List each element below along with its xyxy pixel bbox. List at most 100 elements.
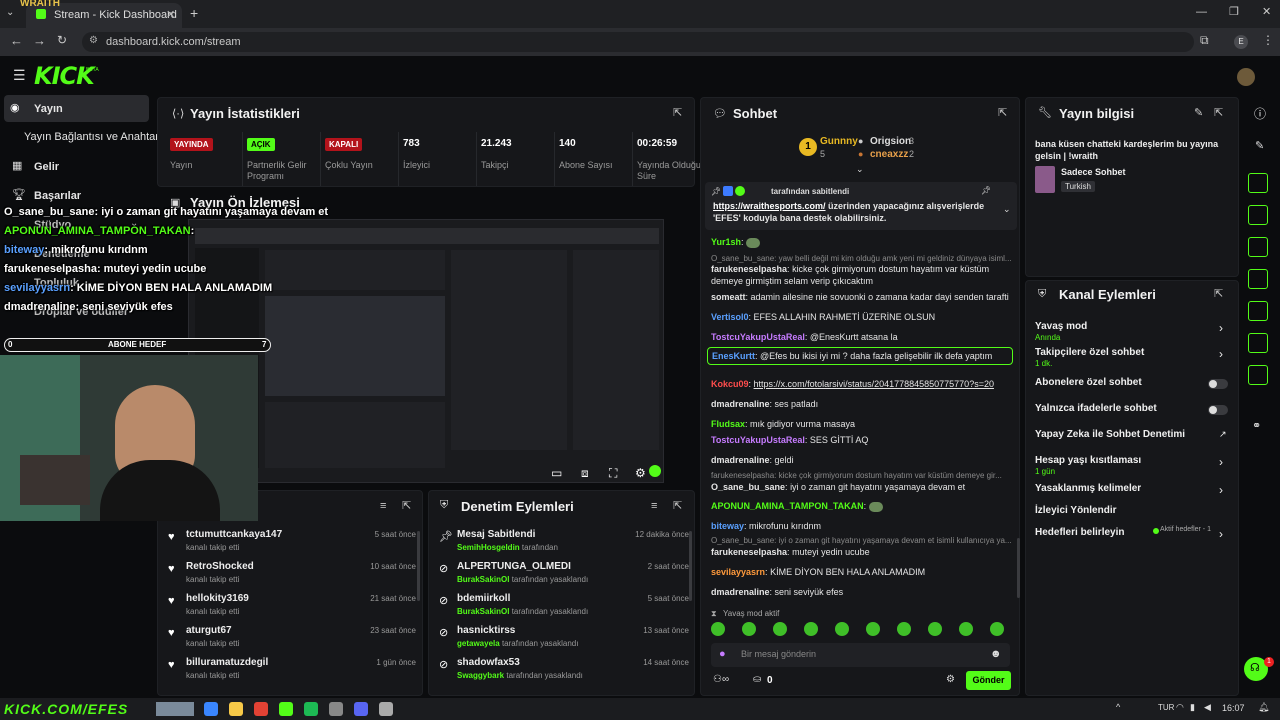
kick-logo[interactable]: KICK: [34, 62, 95, 90]
settings-gear-icon[interactable]: ⚙: [635, 466, 646, 480]
activity-row[interactable]: ♥ billuramatuzdegil kanalı takip etti 1 gün…: [158, 655, 416, 685]
emote-button[interactable]: [897, 622, 911, 636]
scrollbar[interactable]: [689, 531, 692, 601]
activity-row[interactable]: ♥ aturgut67 kanalı takip etti 23 saat önce: [158, 623, 416, 653]
chat-message[interactable]: Vertisol0: EFES ALLAHIN RAHMETİ ÜZERİNE …: [711, 311, 1011, 323]
extensions-icon[interactable]: ⧉: [1200, 33, 1209, 48]
unpin-icon[interactable]: 📌︎: [981, 186, 991, 195]
store-icon[interactable]: ⛀: [753, 674, 761, 685]
popout-icon[interactable]: ⇱: [998, 106, 1007, 119]
taskbar-app-icon[interactable]: [329, 702, 343, 716]
chat-message[interactable]: TostcuYakupUstaReal: SES GİTTİ AQ: [711, 434, 1011, 446]
emote-button[interactable]: [959, 622, 973, 636]
chat-message[interactable]: someatt: adamin ailesine nie sovuonki o …: [711, 291, 1011, 303]
channel-action-row[interactable]: Takipçilere özel sohbet 1 dk. ›: [1026, 343, 1238, 368]
channel-action-row[interactable]: Hesap yaşı kısıtlaması 1 gün ›: [1026, 451, 1238, 476]
emote-button[interactable]: [835, 622, 849, 636]
emote-button[interactable]: [804, 622, 818, 636]
restore-icon[interactable]: ❐: [1229, 5, 1239, 18]
reload-icon[interactable]: ↻: [57, 33, 67, 47]
moderator-name[interactable]: getawayela: [457, 639, 500, 648]
chat-icon[interactable]: [1248, 269, 1268, 289]
chat-username[interactable]: APONUN_AMINA_TAMPON_TAKAN: [711, 501, 864, 511]
category-name[interactable]: Sadece Sohbet: [1061, 167, 1126, 177]
chat-message[interactable]: dmadrenaline: geldi: [711, 454, 1011, 466]
chat-message[interactable]: dmadrenaline: seni seviyük efes: [711, 586, 1011, 598]
chat-username[interactable]: dmadrenaline: [711, 455, 770, 465]
moderator-name[interactable]: SemihHosgeldin: [457, 543, 520, 552]
new-tab-icon[interactable]: +: [190, 5, 198, 21]
follower-name[interactable]: aturgut67: [186, 625, 232, 636]
sidebar-item-yayin[interactable]: ◉ Yayın: [4, 95, 149, 122]
tray-chevron-icon[interactable]: ^: [1116, 702, 1120, 712]
external-link-icon[interactable]: ↗: [1219, 429, 1227, 440]
pinned-link[interactable]: https://wraithesports.com/: [713, 201, 826, 211]
hamburger-menu-icon[interactable]: ☰: [13, 67, 26, 84]
channel-action-row[interactable]: Yalnızca ifadelerle sohbet: [1026, 399, 1238, 423]
pinned-message[interactable]: 📌︎ tarafından sabitlendi 📌︎ https://wrai…: [705, 182, 1017, 230]
clock[interactable]: 16:07: [1222, 703, 1245, 713]
fullscreen-icon[interactable]: ⛶: [609, 466, 617, 481]
emote-button[interactable]: [928, 622, 942, 636]
site-info-icon[interactable]: ⚙: [89, 35, 98, 46]
taskbar-app-icon[interactable]: [229, 702, 243, 716]
sidebar-item-basarilar[interactable]: 🏆︎ Başarılar: [10, 187, 150, 205]
network-icon[interactable]: ⚭: [1252, 419, 1261, 432]
wrench-icon[interactable]: [1248, 365, 1268, 385]
chat-message[interactable]: sevilayyasrn: KİME DİYON BEN HALA ANLAMA…: [711, 566, 1011, 578]
emote-button[interactable]: [711, 622, 725, 636]
chat-username[interactable]: Kokcu09: [711, 379, 749, 389]
taskbar-app-icon[interactable]: [204, 702, 218, 716]
mic-icon[interactable]: ▮: [1190, 702, 1195, 713]
chevron-right-icon[interactable]: ›: [1219, 455, 1223, 469]
document-icon[interactable]: [1248, 237, 1268, 257]
toggle-switch[interactable]: [1208, 405, 1228, 415]
moderator-name[interactable]: BurakSakinOl: [457, 607, 509, 616]
follower-name[interactable]: hellokity3169: [186, 593, 249, 604]
chevron-down-icon[interactable]: ⌄: [1003, 204, 1011, 215]
moderation-target[interactable]: shadowfax53: [457, 657, 520, 668]
close-tab-icon[interactable]: ✕: [166, 8, 175, 21]
channel-action-row[interactable]: Abonelere özel sohbet: [1026, 373, 1238, 397]
chat-settings-icon[interactable]: ⚙: [946, 674, 955, 685]
moderation-target[interactable]: hasnicktirss: [457, 625, 515, 636]
tab-list-icon[interactable]: ⌄: [6, 7, 14, 18]
chevron-right-icon[interactable]: ›: [1219, 483, 1223, 497]
moderation-row[interactable]: ⊘ hasnicktirss getawayela tarafından yasak…: [429, 623, 689, 653]
toggle-switch[interactable]: [1208, 379, 1228, 389]
popout-icon[interactable]: ⇱: [402, 499, 411, 512]
chat-username[interactable]: farukeneselpasha: [711, 547, 787, 557]
close-window-icon[interactable]: ✕: [1262, 5, 1271, 18]
wifi-icon[interactable]: ◠: [1176, 702, 1184, 713]
moderation-target[interactable]: bdemiirkoll: [457, 593, 510, 604]
language-tag[interactable]: Turkish: [1061, 181, 1095, 192]
back-icon[interactable]: ←: [10, 33, 23, 48]
user-avatar[interactable]: [1237, 68, 1255, 86]
info-icon[interactable]: ⓘ: [1254, 105, 1266, 122]
emote-button[interactable]: [742, 622, 756, 636]
chat-message[interactable]: EnesKurtt: @Efes bu ikisi iyi mi ? daha …: [707, 347, 1013, 365]
moderation-row[interactable]: 📌︎ Mesaj Sabitlendi SemihHosgeldin tarafın…: [429, 527, 689, 557]
chat-username[interactable]: TostcuYakupUstaReal: [711, 435, 805, 445]
notifications-icon[interactable]: 🔔︎: [1258, 702, 1269, 713]
edit-pencil-icon[interactable]: ✎: [1194, 106, 1203, 119]
chat-username[interactable]: TostcuYakupUstaReal: [711, 332, 805, 342]
moderation-row[interactable]: ⊘ ALPERTUNGA_OLMEDI BurakSakinOl tarafında…: [429, 559, 689, 589]
chat-message[interactable]: Kokcu09: https://x.com/fotolarsivi/statu…: [711, 378, 1011, 390]
chat-message[interactable]: APONUN_AMINA_TAMPON_TAKAN:: [711, 500, 1011, 512]
chat-username[interactable]: dmadrenaline: [711, 399, 770, 409]
pip-icon[interactable]: ▭: [551, 466, 562, 480]
chat-message[interactable]: dmadrenaline: ses patladı: [711, 398, 1011, 410]
send-button[interactable]: Gönder: [966, 671, 1011, 690]
chat-username[interactable]: Vertisol0: [711, 312, 749, 322]
broadcast-icon[interactable]: [1248, 301, 1268, 321]
moderation-row[interactable]: ⊘ bdemiirkoll BurakSakinOl tarafından yasa…: [429, 591, 689, 621]
emote-button[interactable]: [773, 622, 787, 636]
channel-action-row[interactable]: Yasaklanmış kelimeler ›: [1026, 479, 1238, 503]
moderation-target[interactable]: ALPERTUNGA_OLMEDI: [457, 561, 571, 572]
filter-icon[interactable]: ≡: [380, 500, 386, 512]
chevron-right-icon[interactable]: ›: [1219, 321, 1223, 335]
chat-message[interactable]: farukeneselpasha: kicke çok girmiyorum d…: [711, 263, 1011, 287]
filter-icon[interactable]: ≡: [651, 500, 657, 512]
profile-avatar[interactable]: E: [1234, 35, 1248, 49]
